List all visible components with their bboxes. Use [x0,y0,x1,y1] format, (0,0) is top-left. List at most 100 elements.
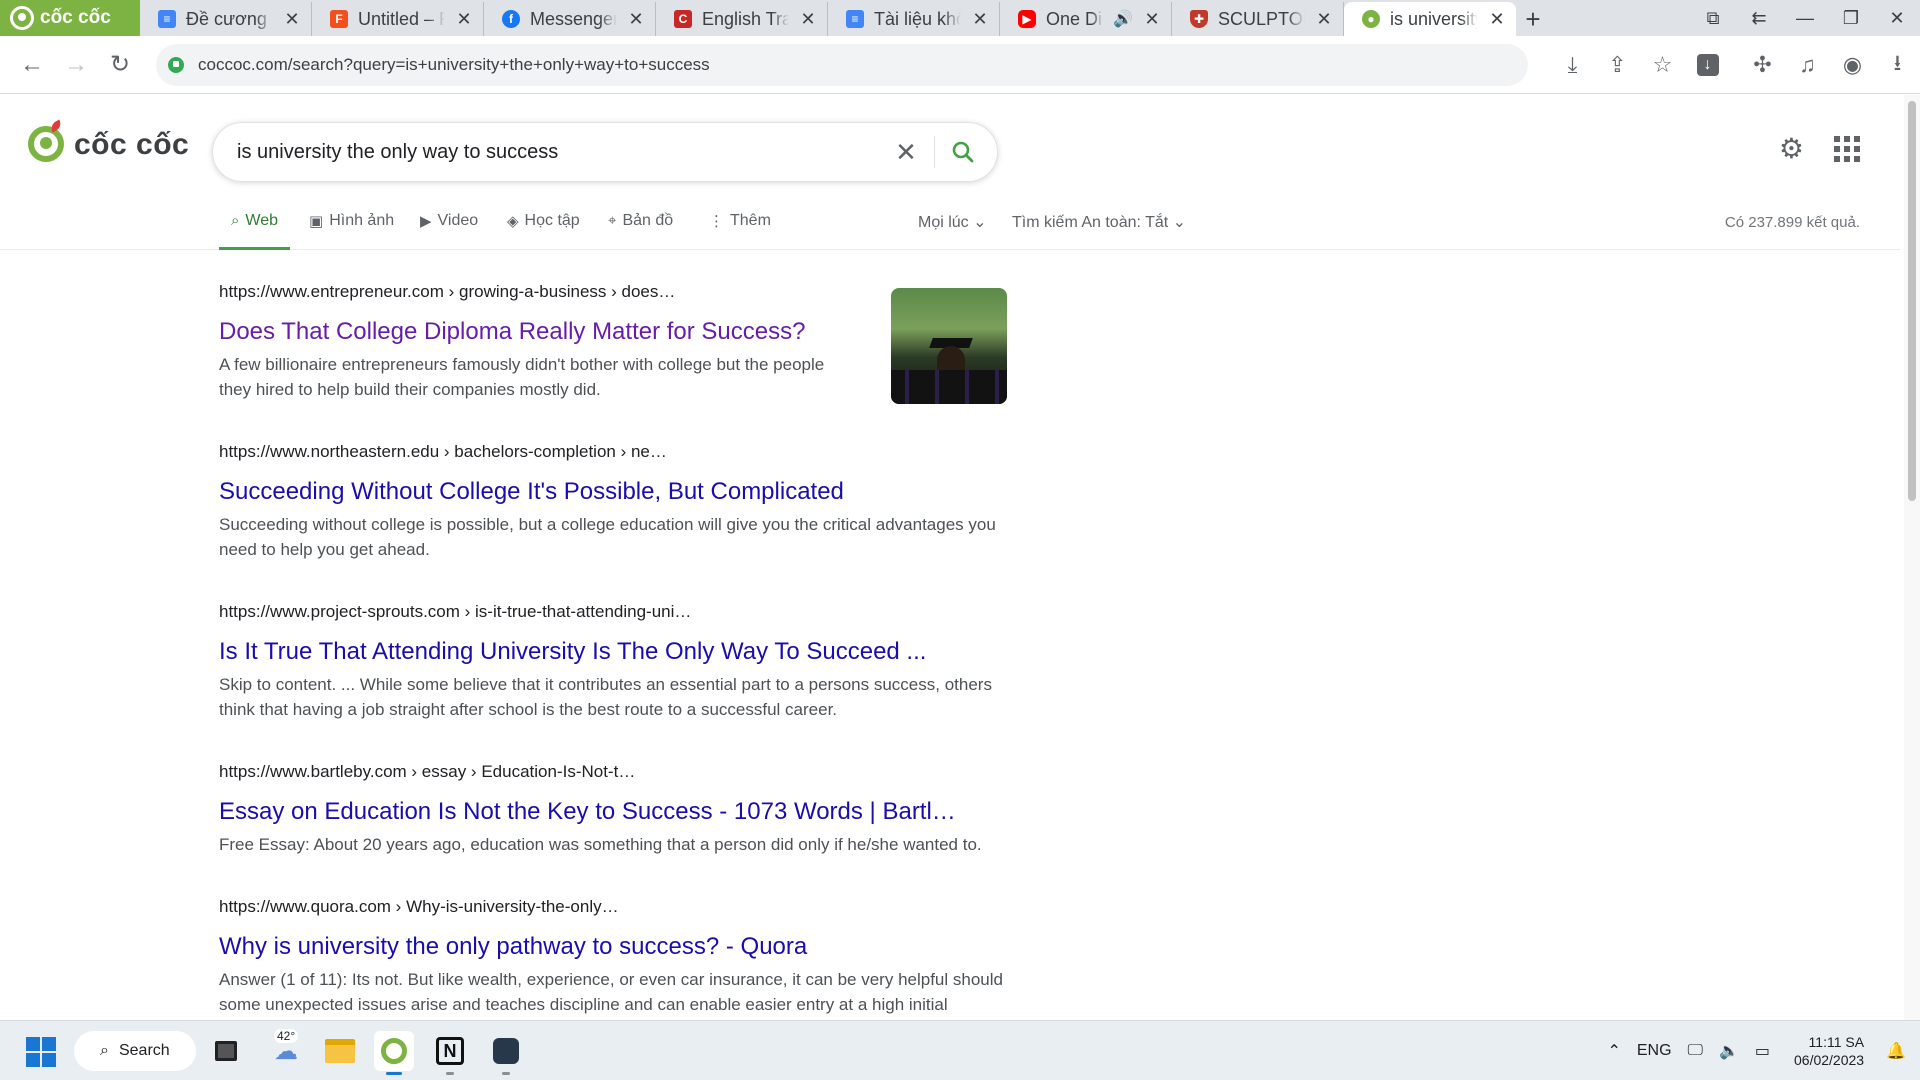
result-snippet: Succeeding without college is possible, … [219,515,996,559]
forward-button[interactable]: → [54,43,98,87]
clock[interactable]: 11:11 SA 06/02/2023 [1794,1033,1864,1069]
more-vertical-icon: ⋮ [709,213,724,230]
search-icon: ⌕ [231,212,240,229]
apps-grid-icon[interactable] [1834,135,1860,162]
tab-maps[interactable]: ⌖ Bản đồ [608,212,673,250]
clock-date: 06/02/2023 [1794,1052,1865,1068]
tab-close-icon[interactable]: ✕ [283,9,301,30]
scrollbar-thumb[interactable] [1908,101,1916,501]
youtube-icon: ▶ [1018,10,1036,28]
tab-title: is university the only way [1390,8,1478,29]
notion-icon[interactable]: N [430,1031,470,1075]
coccoc-logo[interactable]: cốc cốc [26,119,189,168]
safe-search-label: Tìm kiếm An toàn: Tắt [1012,214,1169,231]
browser-tab[interactable]: ✚ SCULPTOR | ✕ [1172,2,1344,36]
search-result: https://www.project-sprouts.com › is-it-… [219,602,1009,722]
savior-download-icon[interactable]: ↓ [1685,43,1730,87]
browser-tab[interactable]: F Untitled – Figma ✕ [312,2,484,36]
tab-web[interactable]: ⌕ Web [219,212,291,250]
address-bar[interactable]: coccoc.com/search?query=is+university+th… [156,44,1528,86]
time-filter-dropdown[interactable]: Mọi lúc ⌄ [918,212,987,232]
tab-search-icon[interactable]: ⧉ [1690,8,1736,29]
back-button[interactable]: ← [10,43,54,87]
figma-icon: F [330,10,348,28]
tab-close-icon[interactable]: ✕ [455,9,473,30]
system-tray: ⌃ ENG 🖵 🔈 ▭ 11:11 SA 06/02/2023 🔔 [1599,1021,1920,1080]
page-scrollbar[interactable] [1904,95,1920,1020]
result-url[interactable]: https://www.project-sprouts.com › is-it-… [219,602,1009,630]
tab-close-icon[interactable]: ✕ [1488,9,1506,30]
docs-icon: ≡ [158,10,176,28]
notification-bell-icon[interactable]: 🔔 [1886,1041,1906,1061]
result-url[interactable]: https://www.northeastern.edu › bachelors… [219,442,1009,470]
restore-button[interactable]: ❐ [1828,8,1874,29]
search-input[interactable]: is university the only way to success [237,141,886,164]
result-url[interactable]: https://www.bartleby.com › essay › Educa… [219,762,1009,790]
profile-icon[interactable]: ◉ [1830,43,1875,87]
browser-tab[interactable]: ≡ Đề cương Ng ✕ [140,2,312,36]
result-title-link[interactable]: Why is university the only pathway to su… [219,933,1009,961]
browser-tab[interactable]: ≡ Tài liệu không có tiêu đề ✕ [828,2,1000,36]
downloads-icon[interactable]: ⭳ [1875,43,1920,87]
install-app-icon[interactable]: ⤓ [1550,43,1595,87]
safe-search-dropdown[interactable]: Tìm kiếm An toàn: Tắt ⌄ [1012,212,1186,232]
tab-video[interactable]: ▶ Video [420,212,478,250]
battery-icon[interactable]: ▭ [1755,1041,1770,1061]
address-url[interactable]: coccoc.com/search?query=is+university+th… [198,55,710,75]
search-box[interactable]: is university the only way to success ✕ [212,122,998,182]
tab-close-icon[interactable]: ✕ [627,9,645,30]
extensions-icon[interactable]: ✣ [1740,43,1785,87]
audio-playing-icon[interactable]: 🔊 [1113,9,1133,29]
windows-start-icon[interactable] [26,1037,56,1067]
result-title-link[interactable]: Succeeding Without College It's Possible… [219,478,1009,506]
result-count: Có 237.899 kết quả. [1724,214,1860,231]
clear-search-icon[interactable]: ✕ [886,137,926,168]
tab-close-icon[interactable]: ✕ [971,9,989,30]
tab-close-icon[interactable]: ✕ [1315,9,1333,30]
new-tab-button[interactable]: + [1516,2,1550,36]
tab-title: SCULPTOR | [1218,8,1305,29]
secure-lock-icon[interactable] [168,57,184,73]
tab-study[interactable]: ◈ Học tập [507,212,580,250]
share-icon[interactable]: ⇪ [1595,43,1640,87]
search-result: https://www.bartleby.com › essay › Educa… [219,762,1009,857]
result-snippet: Answer (1 of 11): Its not. But like weal… [219,970,1003,1014]
file-explorer-icon[interactable] [320,1031,360,1071]
weather-widget-icon[interactable]: ☁ 42° [266,1029,306,1071]
network-icon[interactable]: 🖵 [1688,1042,1703,1060]
tab-close-icon[interactable]: ✕ [1143,9,1161,30]
app-icon[interactable] [486,1031,526,1075]
language-indicator[interactable]: ENG [1637,1042,1672,1060]
tab-label: Video [437,212,479,229]
chevron-up-icon[interactable]: ⌃ [1607,1041,1620,1061]
result-url[interactable]: https://www.quora.com › Why-is-universit… [219,897,1009,925]
coccoc-logo-icon [10,6,34,30]
browser-tab[interactable]: ▶ One Direction 🔊 ✕ [1000,2,1172,36]
browser-tab[interactable]: C English Translation ✕ [656,2,828,36]
sidebar-icon[interactable]: ⇇ [1736,8,1782,29]
browser-tab[interactable]: f Messenger | Facebook ✕ [484,2,656,36]
result-thumbnail[interactable] [891,288,1007,404]
tab-close-icon[interactable]: ✕ [799,9,817,30]
tab-label: Web [245,212,279,229]
search-icon[interactable] [943,132,983,172]
tab-more[interactable]: ⋮ Thêm [709,212,771,250]
result-title-link[interactable]: Essay on Education Is Not the Key to Suc… [219,798,1009,826]
close-window-button[interactable]: ✕ [1874,8,1920,29]
volume-icon[interactable]: 🔈 [1719,1041,1739,1061]
coccoc-taskbar-icon[interactable] [374,1031,414,1075]
reload-button[interactable]: ↻ [98,43,142,87]
search-result: https://www.quora.com › Why-is-universit… [219,897,1009,1017]
video-icon: ▶ [420,213,432,230]
tab-images[interactable]: ▣ Hình ảnh [309,212,394,250]
result-title-link[interactable]: Is It True That Attending University Is … [219,638,1009,666]
minimize-button[interactable]: — [1782,8,1828,29]
media-control-icon[interactable]: ♫ [1785,43,1830,87]
coccoc-menu-button[interactable]: cốc cốc [0,0,140,36]
task-view-icon[interactable] [206,1031,246,1071]
browser-tab-active[interactable]: ● is university the only way ✕ [1344,2,1516,36]
taskbar-search-button[interactable]: ⌕ Search [74,1031,196,1071]
image-icon: ▣ [309,213,324,230]
gear-icon[interactable]: ⚙ [1779,132,1804,165]
bookmark-star-icon[interactable]: ☆ [1640,43,1685,87]
